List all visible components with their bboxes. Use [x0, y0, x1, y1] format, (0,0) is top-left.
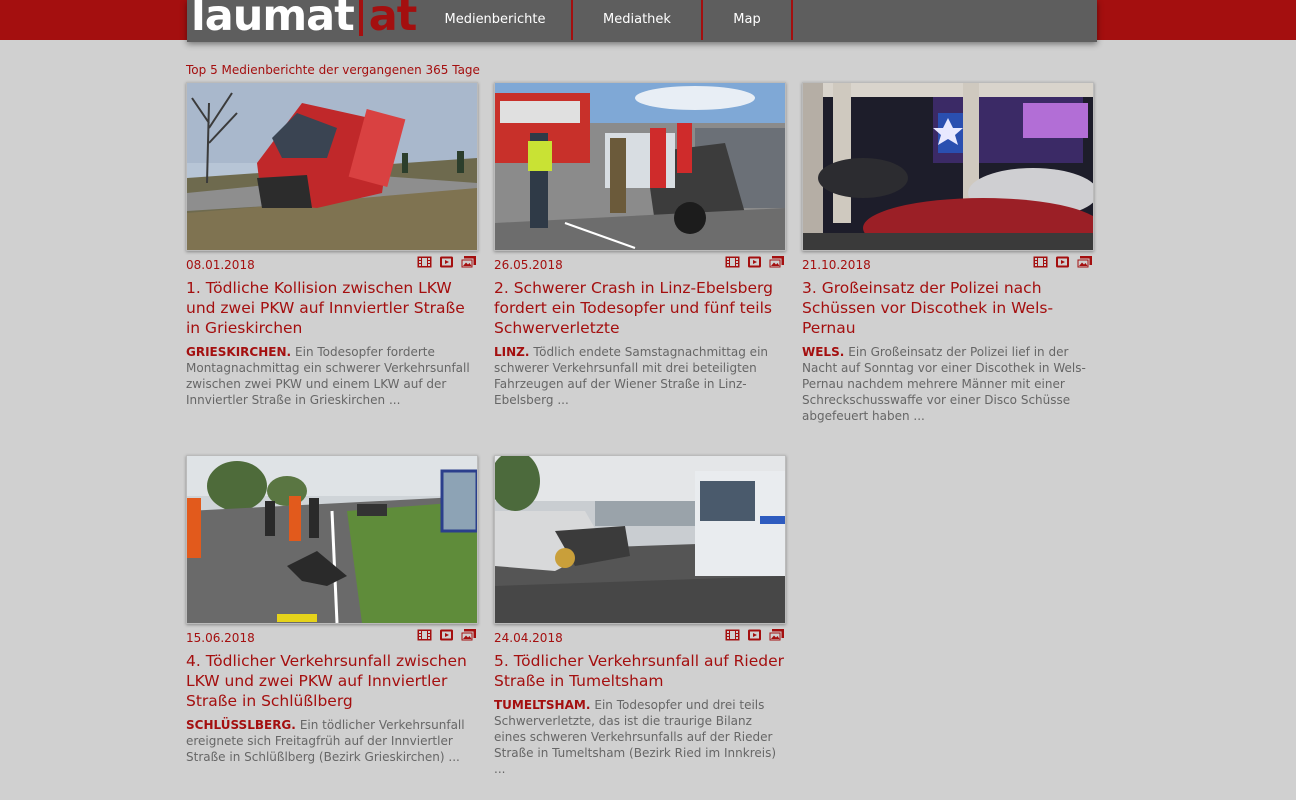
article-excerpt-text: Ein Großeinsatz der Polizei lief in der … — [802, 345, 1086, 423]
gallery-icon[interactable] — [1077, 256, 1092, 268]
article-excerpt: LINZ. Tödlich endete Samstagnachmittag ei… — [494, 344, 786, 408]
nav-item-medienberichte[interactable]: Medienberichte — [419, 0, 571, 40]
video-icon[interactable] — [747, 256, 762, 268]
site-logo[interactable]: laumat at — [191, 0, 418, 42]
article-location: LINZ. — [494, 345, 530, 359]
video-icon[interactable] — [439, 629, 454, 641]
photo-firefighters-crash — [495, 83, 785, 250]
article-excerpt: TUMELTSHAM. Ein Todesopfer und drei teils… — [494, 697, 786, 777]
article-card: 21.10.2018 3. Großeinsatz der Polizei na… — [802, 82, 1094, 424]
photo-road-accident — [187, 456, 477, 623]
video-icon[interactable] — [747, 629, 762, 641]
gallery-icon[interactable] — [461, 256, 476, 268]
article-excerpt: SCHLÜSSLBERG. Ein tödlicher Verkehrsunfal… — [186, 717, 478, 765]
nav-divider — [791, 0, 793, 40]
nav-item-map[interactable]: Map — [703, 0, 791, 40]
gallery-icon[interactable] — [461, 629, 476, 641]
article-excerpt: GRIESKIRCHEN. Ein Todesopfer forderte Mon… — [186, 344, 478, 408]
article-title-link[interactable]: 5. Tödlicher Verkehrsunfall auf Rieder S… — [494, 651, 786, 691]
article-date: 08.01.2018 — [186, 258, 255, 272]
article-location: SCHLÜSSLBERG. — [186, 718, 296, 732]
film-icon[interactable] — [417, 629, 432, 641]
logo-separator — [358, 0, 363, 36]
article-thumbnail[interactable] — [802, 82, 1094, 251]
article-card: 26.05.2018 2. Schwerer Crash in Linz-Ebe… — [494, 82, 786, 408]
logo-text-left: laumat — [191, 0, 355, 41]
article-location: TUMELTSHAM. — [494, 698, 591, 712]
gallery-icon[interactable] — [769, 629, 784, 641]
video-icon[interactable] — [1055, 256, 1070, 268]
gallery-icon[interactable] — [769, 256, 784, 268]
article-excerpt: WELS. Ein Großeinsatz der Polizei lief in… — [802, 344, 1094, 424]
main-navigation: laumat at Medienberichte Mediathek Map — [187, 0, 1097, 42]
article-date: 26.05.2018 — [494, 258, 563, 272]
article-thumbnail[interactable] — [494, 455, 786, 624]
article-excerpt-text: Tödlich endete Samstagnachmittag ein sch… — [494, 345, 769, 407]
film-icon[interactable] — [725, 629, 740, 641]
article-location: GRIESKIRCHEN. — [186, 345, 292, 359]
photo-discotheque-night — [803, 83, 1093, 250]
article-date: 15.06.2018 — [186, 631, 255, 645]
nav-item-mediathek[interactable]: Mediathek — [573, 0, 701, 40]
article-title-link[interactable]: 2. Schwerer Crash in Linz-Ebelsberg ford… — [494, 278, 786, 338]
article-card: 24.04.2018 5. Tödlicher Verkehrsunfall a… — [494, 455, 786, 777]
article-card: 08.01.2018 1. Tödliche Kollision zwische… — [186, 82, 478, 408]
film-icon[interactable] — [1033, 256, 1048, 268]
section-title: Top 5 Medienberichte der vergangenen 365… — [186, 63, 480, 77]
article-title-link[interactable]: 1. Tödliche Kollision zwischen LKW und z… — [186, 278, 478, 338]
article-thumbnail[interactable] — [186, 82, 478, 251]
film-icon[interactable] — [417, 256, 432, 268]
article-card: 15.06.2018 4. Tödlicher Verkehrsunfall z… — [186, 455, 478, 765]
photo-bus-car-crash — [495, 456, 785, 623]
article-thumbnail[interactable] — [494, 82, 786, 251]
video-icon[interactable] — [439, 256, 454, 268]
article-location: WELS. — [802, 345, 845, 359]
article-thumbnail[interactable] — [186, 455, 478, 624]
article-title-link[interactable]: 4. Tödlicher Verkehrsunfall zwischen LKW… — [186, 651, 478, 711]
article-title-link[interactable]: 3. Großeinsatz der Polizei nach Schüssen… — [802, 278, 1094, 338]
article-date: 24.04.2018 — [494, 631, 563, 645]
article-date: 21.10.2018 — [802, 258, 871, 272]
film-icon[interactable] — [725, 256, 740, 268]
logo-text-right: at — [368, 0, 418, 41]
photo-truck-crash — [187, 83, 477, 250]
